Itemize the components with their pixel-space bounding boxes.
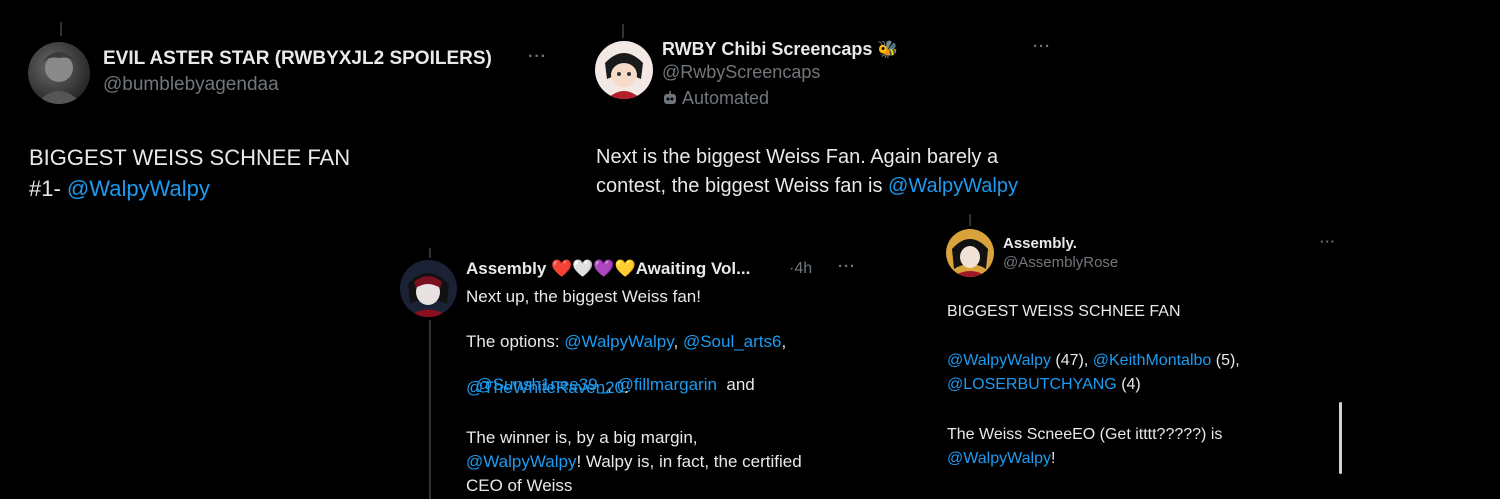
tweet-text-line: The options: @WalpyWalpy, @Soul_arts6, xyxy=(466,332,786,352)
avatar[interactable] xyxy=(946,229,994,277)
user-handle[interactable]: @AssemblyRose xyxy=(1003,254,1118,271)
tweet-text: (4) xyxy=(1116,376,1141,393)
mention-link[interactable]: @fillmargarin xyxy=(617,375,717,394)
mention-link[interactable]: @WalpyWalpy xyxy=(67,176,210,201)
avatar[interactable] xyxy=(28,42,90,104)
more-options-icon[interactable]: ··· xyxy=(528,48,547,66)
tweet-text: ! xyxy=(1050,450,1056,467)
robot-icon xyxy=(664,91,676,104)
tweet-text-line: BIGGEST WEISS SCHNEE FAN xyxy=(29,145,351,170)
user-handle[interactable]: @bumblebyagendaa xyxy=(103,74,279,96)
thread-connector-line xyxy=(60,22,62,36)
tweet-text-line: @WalpyWalpy! Walpy is, in fact, the cert… xyxy=(466,452,802,472)
mention-link[interactable]: @WalpyWalpy xyxy=(564,332,673,351)
tweet-text-line: CEO of Weiss xyxy=(466,476,573,495)
automated-label: Automated xyxy=(682,88,770,108)
tweet-text-line: The winner is, by a big margin, xyxy=(466,428,698,447)
thread-connector-line xyxy=(622,24,624,38)
avatar[interactable] xyxy=(595,41,653,99)
tweet-text: and xyxy=(716,375,755,394)
thread-connector-line xyxy=(429,320,431,499)
mention-link[interactable]: @WalpyWalpy xyxy=(888,175,1018,197)
tweet-text: . xyxy=(624,378,629,397)
timestamp[interactable]: ·4h xyxy=(789,260,812,278)
automated-badge[interactable]: Automated xyxy=(662,88,769,109)
display-name[interactable]: RWBY Chibi Screencaps 🐝 xyxy=(662,39,899,60)
avatar-image xyxy=(408,273,449,317)
tweet-text: (5), xyxy=(1211,352,1240,369)
mention-link[interactable]: @WalpyWalpy xyxy=(947,352,1051,369)
more-options-icon[interactable]: ··· xyxy=(1320,234,1336,249)
tweet-text-line: @WalpyWalpy (47), @KeithMontalbo (5), xyxy=(947,352,1240,370)
display-name[interactable]: Assembly. xyxy=(1003,235,1077,252)
scrollbar[interactable] xyxy=(1339,402,1342,474)
mention-link[interactable]: @LOSERBUTCHYANG xyxy=(947,376,1117,393)
tweet-text: , xyxy=(673,332,683,351)
mention-link[interactable]: @WalpyWalpy xyxy=(947,450,1051,467)
tweet-text-line: contest, the biggest Weiss fan is @Walpy… xyxy=(596,175,1018,198)
tweet-text-line: Next is the biggest Weiss Fan. Again bar… xyxy=(596,146,999,168)
tweet-text-line: BIGGEST WEISS SCHNEE FAN xyxy=(947,303,1181,320)
thread-connector-line xyxy=(429,248,431,258)
avatar-image xyxy=(605,53,643,99)
tweet-text: , xyxy=(781,332,787,351)
display-name-text: RWBY Chibi Screencaps xyxy=(662,39,873,59)
tweet-text-line: The Weiss ScneeEO (Get itttt?????) is xyxy=(947,426,1223,443)
bee-emoji-icon: 🐝 xyxy=(877,40,899,59)
tweet-text: The options: xyxy=(466,332,565,351)
mention-link[interactable]: @TheWhiteRaven20 xyxy=(466,378,624,397)
tweet-text-line: @TheWhiteRaven20. xyxy=(466,378,629,398)
thread-connector-line xyxy=(969,214,971,226)
time-label: 4h xyxy=(794,260,813,277)
tweet-text: contest, the biggest Weiss fan is xyxy=(596,175,889,197)
mention-link[interactable]: @WalpyWalpy xyxy=(466,452,576,471)
tweet-text: ! Walpy is, in fact, the certified xyxy=(576,452,802,471)
mention-link[interactable]: @KeithMontalbo xyxy=(1093,352,1212,369)
more-options-icon[interactable]: ··· xyxy=(1033,38,1051,55)
mention-link[interactable]: @Soul_arts6 xyxy=(683,332,782,351)
tweet-text-line: @LOSERBUTCHYANG (4) xyxy=(947,376,1141,394)
user-handle[interactable]: @RwbyScreencaps xyxy=(662,62,820,83)
tweet-text-line: @WalpyWalpy! xyxy=(947,450,1055,468)
display-name[interactable]: EVIL ASTER STAR (RWBYXJL2 SPOILERS) xyxy=(103,48,492,70)
tweet-text: (47), xyxy=(1050,352,1093,369)
more-options-icon[interactable]: ··· xyxy=(838,258,856,275)
display-name[interactable]: Assembly ❤️🤍💜💛Awaiting Vol... xyxy=(466,259,750,279)
avatar-image xyxy=(952,239,988,277)
avatar[interactable] xyxy=(400,260,457,317)
tweet-text-line: #1- @WalpyWalpy xyxy=(29,176,210,202)
avatar-image xyxy=(36,52,82,104)
tweet-text-line: Next up, the biggest Weiss fan! xyxy=(466,287,701,306)
tweet-text: #1- xyxy=(29,176,67,201)
